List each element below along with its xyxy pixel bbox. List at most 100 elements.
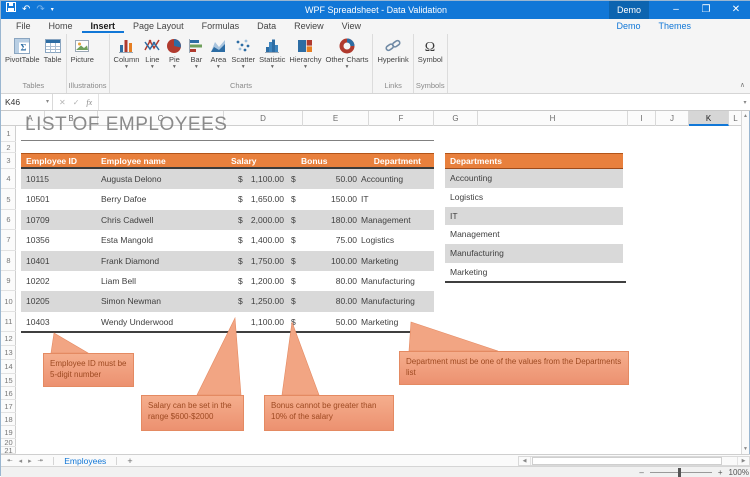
tab-data[interactable]: Data — [248, 19, 285, 33]
row-header-16[interactable]: 16 — [1, 387, 16, 400]
row-header-5[interactable]: 5 — [1, 189, 16, 209]
column-header-J[interactable]: J — [656, 111, 689, 126]
bar-button[interactable]: Bar▼ — [185, 35, 207, 79]
tab-insert[interactable]: Insert — [82, 19, 125, 33]
employee-row[interactable]: 10205Simon Newman$1,250.00$80.00Manufact… — [21, 291, 434, 311]
formula-input[interactable] — [99, 94, 739, 110]
validation-callout[interactable]: Department must be one of the values fro… — [399, 351, 629, 385]
department-item[interactable]: Logistics — [445, 188, 623, 207]
employee-row[interactable]: 10356Esta Mangold$1,400.00$75.00Logistic… — [21, 230, 434, 250]
vertical-scrollbar[interactable]: ▲ ▼ — [741, 111, 749, 454]
other-charts-button[interactable]: Other Charts▼ — [324, 35, 371, 79]
tab-page-layout[interactable]: Page Layout — [124, 19, 193, 33]
picture-button[interactable]: Picture — [69, 35, 96, 79]
sheet-tab-employees[interactable]: Employees — [58, 456, 112, 466]
symbol-button[interactable]: ΩSymbol — [416, 35, 445, 79]
tab-formulas[interactable]: Formulas — [193, 19, 249, 33]
validation-callout[interactable]: Employee ID must be 5-digit number — [43, 353, 134, 387]
pie-button[interactable]: Pie▼ — [163, 35, 185, 79]
column-header-G[interactable]: G — [434, 111, 478, 126]
department-item[interactable]: Marketing — [445, 263, 623, 282]
column-header-F[interactable]: F — [369, 111, 434, 126]
column-header-K[interactable]: K — [689, 111, 729, 126]
prev-sheet-icon[interactable]: ◂ — [19, 457, 23, 465]
table-button[interactable]: Table — [42, 35, 64, 79]
row-header-2[interactable]: 2 — [1, 142, 16, 153]
tab-view[interactable]: View — [333, 19, 370, 33]
employee-row[interactable]: 10202Liam Bell$1,200.00$80.00Manufacturi… — [21, 271, 434, 291]
employee-row[interactable]: 10501Berry Dafoe$1,650.00$150.00IT — [21, 189, 434, 209]
row-header-3[interactable]: 3 — [1, 153, 16, 169]
scroll-down-icon[interactable]: ▼ — [742, 446, 749, 452]
row-header-14[interactable]: 14 — [1, 360, 16, 374]
confirm-entry-icon[interactable]: ✓ — [73, 98, 80, 107]
scroll-left-icon[interactable]: ◀ — [519, 457, 530, 465]
ribbon-link-demo[interactable]: Demo — [616, 19, 640, 33]
row-header-8[interactable]: 8 — [1, 251, 16, 271]
row-header-6[interactable]: 6 — [1, 210, 16, 230]
row-header-4[interactable]: 4 — [1, 169, 16, 189]
scroll-right-icon[interactable]: ▶ — [738, 457, 749, 465]
add-sheet-button[interactable]: + — [121, 456, 138, 466]
tab-review[interactable]: Review — [285, 19, 333, 33]
zoom-slider[interactable] — [650, 472, 712, 473]
cancel-entry-icon[interactable]: ✕ — [59, 98, 66, 107]
department-item[interactable]: Management — [445, 225, 623, 244]
horizontal-scrollbar[interactable]: ◀ ▶ — [518, 456, 750, 466]
row-header-21[interactable]: 21 — [1, 447, 16, 454]
ribbon-link-themes[interactable]: Themes — [658, 19, 691, 33]
employee-row[interactable]: 10709Chris Cadwell$2,000.00$180.00Manage… — [21, 210, 434, 230]
header-employee-name: Employee name — [101, 154, 166, 168]
cell-bonus: 50.00 — [299, 169, 357, 189]
expand-formula-bar-icon[interactable]: ▾ — [739, 99, 750, 106]
last-sheet-icon[interactable]: ⯮ — [38, 457, 44, 465]
column-header-E[interactable]: E — [303, 111, 369, 126]
scroll-up-icon[interactable]: ▲ — [742, 113, 749, 119]
row-header-18[interactable]: 18 — [1, 413, 16, 426]
employee-row[interactable]: 10115Augusta Delono$1,100.00$50.00Accoun… — [21, 169, 434, 189]
first-sheet-icon[interactable]: ⯬ — [7, 457, 13, 465]
row-header-1[interactable]: 1 — [1, 126, 16, 142]
next-sheet-icon[interactable]: ▸ — [28, 457, 32, 465]
name-box-dropdown-icon[interactable]: ▾ — [46, 94, 49, 110]
validation-callout[interactable]: Salary can be set in the range $600-$200… — [141, 395, 244, 431]
button-label: Bar — [191, 56, 203, 64]
scatter-button[interactable]: Scatter▼ — [229, 35, 257, 79]
employee-row[interactable]: 10401Frank Diamond$1,750.00$100.00Market… — [21, 251, 434, 271]
demo-badge[interactable]: Demo — [609, 1, 649, 19]
row-header-15[interactable]: 15 — [1, 374, 16, 387]
row-header-9[interactable]: 9 — [1, 271, 16, 291]
zoom-out-button[interactable]: – — [639, 468, 643, 477]
department-item[interactable]: Accounting — [445, 169, 623, 188]
maximize-button[interactable]: ❐ — [691, 1, 721, 19]
insert-function-icon[interactable]: fx — [86, 98, 92, 107]
column-header-I[interactable]: I — [628, 111, 656, 126]
close-button[interactable]: ✕ — [721, 1, 750, 19]
hierarchy-button[interactable]: Hierarchy▼ — [287, 35, 323, 79]
row-header-12[interactable]: 12 — [1, 332, 16, 346]
department-item[interactable]: Manufacturing — [445, 244, 623, 263]
line-button[interactable]: Line▼ — [141, 35, 163, 79]
horizontal-scroll-thumb[interactable] — [532, 457, 722, 465]
department-item[interactable]: IT — [445, 207, 623, 226]
employee-row[interactable]: 10403Wendy Underwood1,100.00$50.00Market… — [21, 312, 434, 332]
zoom-in-button[interactable]: + — [718, 468, 723, 477]
area-button[interactable]: Area▼ — [207, 35, 229, 79]
tab-home[interactable]: Home — [40, 19, 82, 33]
validation-callout[interactable]: Bonus cannot be greater than 10% of the … — [264, 395, 394, 431]
bar-chart-icon — [187, 36, 205, 56]
button-label: Column — [114, 56, 140, 64]
zoom-slider-thumb[interactable] — [678, 468, 681, 477]
column-header-D[interactable]: D — [224, 111, 303, 126]
statistic-button[interactable]: Statistic▼ — [257, 35, 287, 79]
row-header-13[interactable]: 13 — [1, 346, 16, 360]
row-header-7[interactable]: 7 — [1, 230, 16, 250]
column-header-H[interactable]: H — [478, 111, 628, 126]
hyperlink-button[interactable]: Hyperlink — [375, 35, 410, 79]
column-button[interactable]: Column▼ — [112, 35, 142, 79]
row-header-17[interactable]: 17 — [1, 400, 16, 413]
minimize-button[interactable]: – — [661, 1, 691, 19]
collapse-ribbon-icon[interactable]: ∧ — [740, 81, 745, 89]
row-header-10[interactable]: 10 — [1, 291, 16, 311]
row-header-11[interactable]: 11 — [1, 312, 16, 332]
